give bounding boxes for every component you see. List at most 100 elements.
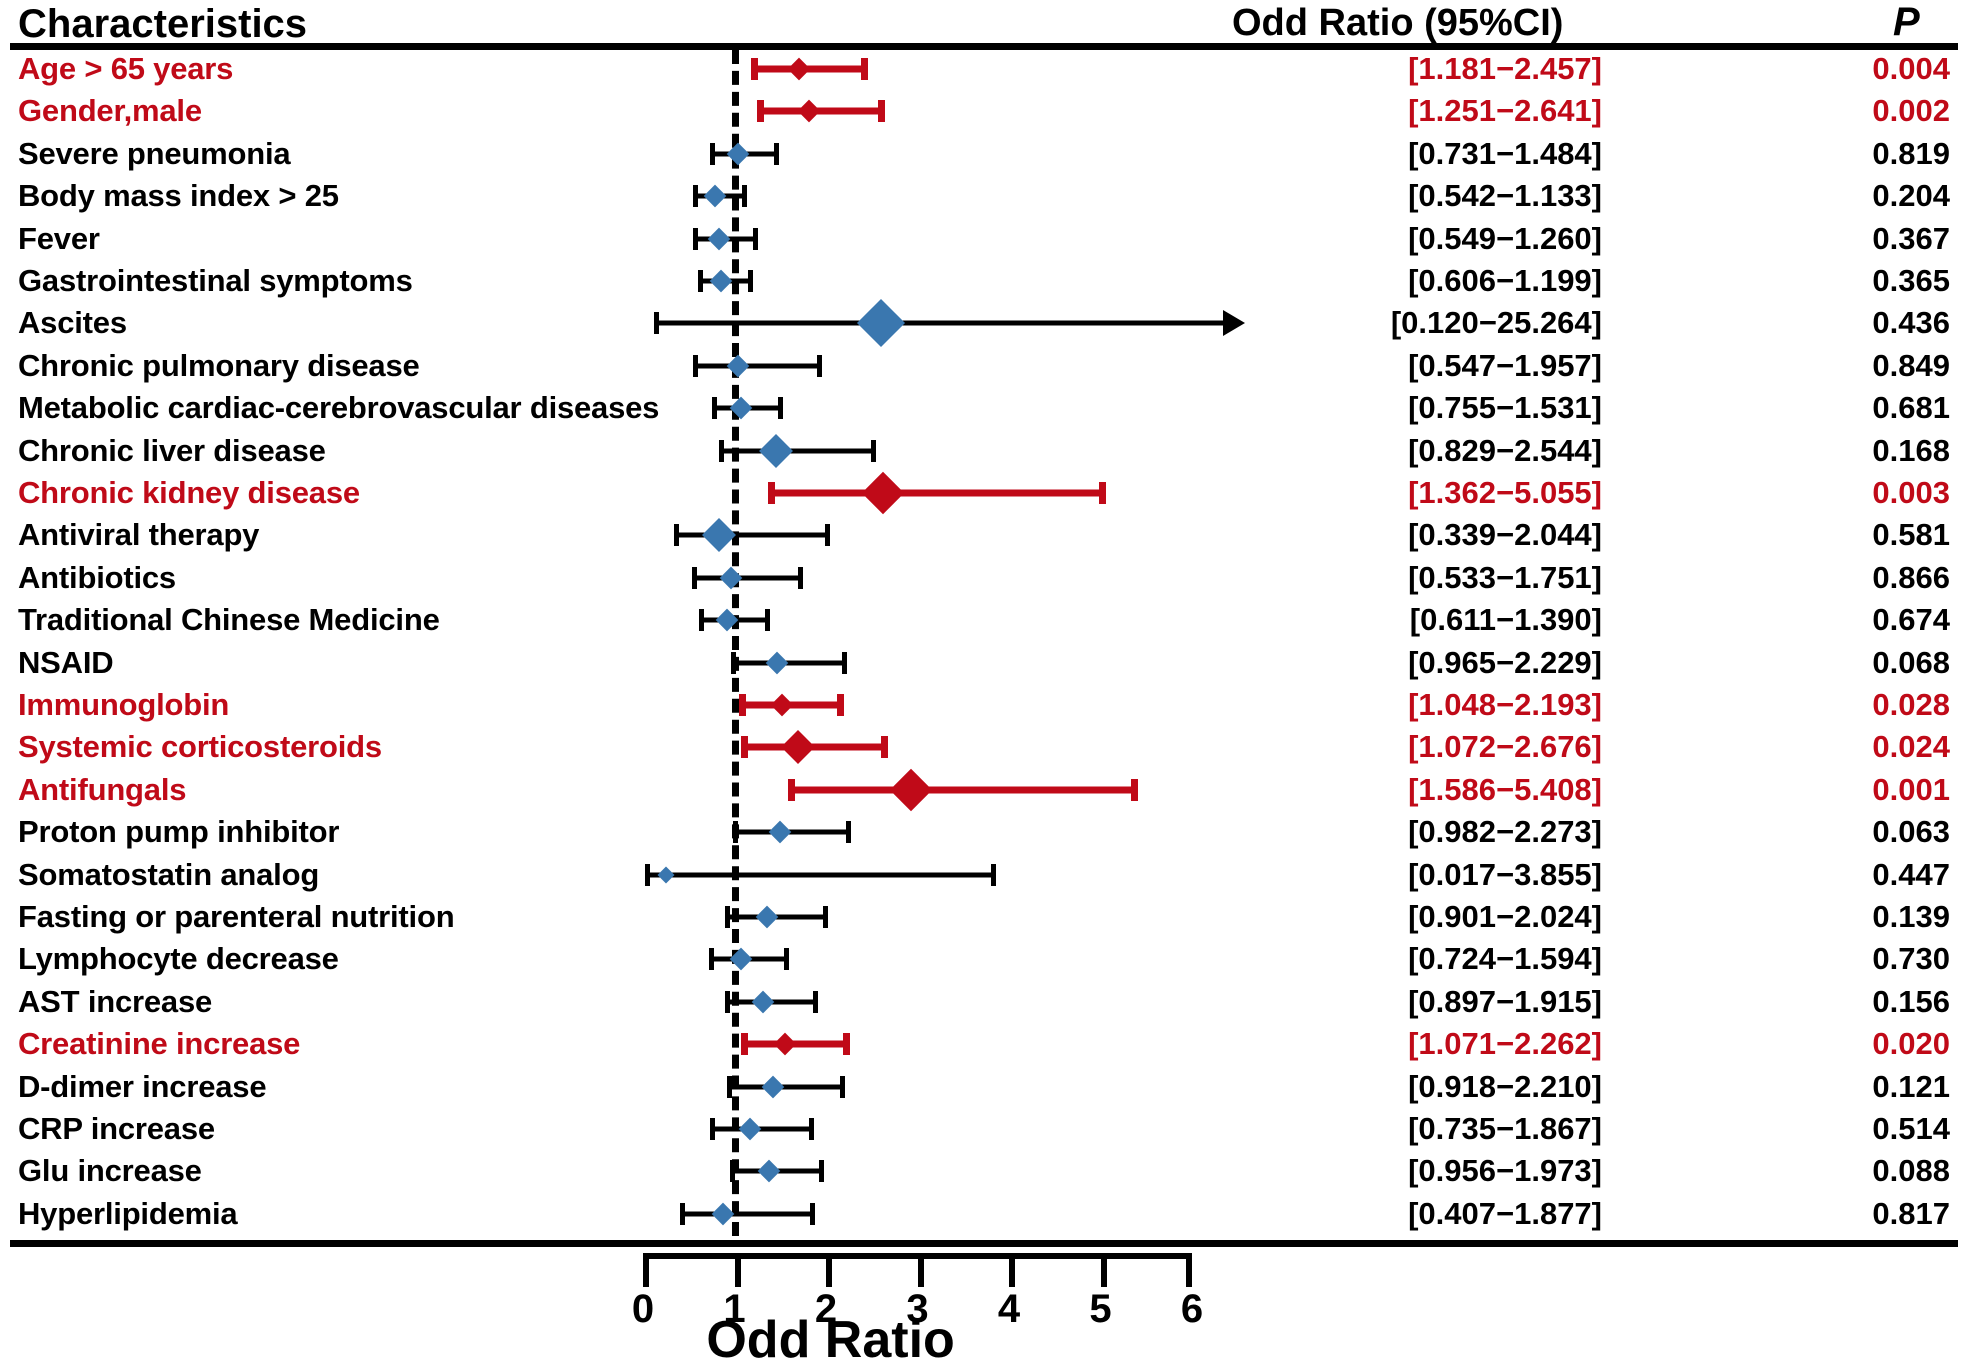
p-value: 0.730 bbox=[1872, 941, 1950, 977]
ci-lower-cap bbox=[674, 524, 680, 547]
ci-upper-cap bbox=[741, 185, 747, 208]
column-header-odd-ratio: Odd Ratio (95%CI) bbox=[1232, 2, 1564, 44]
p-value: 0.674 bbox=[1872, 602, 1950, 638]
x-axis-tick-label: 0 bbox=[631, 1287, 655, 1331]
characteristic-label: Immunoglobin bbox=[18, 687, 230, 722]
p-value: 0.004 bbox=[1872, 51, 1950, 86]
forest-row: Antibiotics [0.533−1.751] 0.866 bbox=[0, 559, 1965, 597]
characteristic-label: Lymphocyte decrease bbox=[18, 941, 339, 977]
odd-ratio-ci-value: [1.071−2.262] bbox=[1408, 1026, 1602, 1062]
ci-upper-cap bbox=[809, 1202, 815, 1225]
ci-lower-cap bbox=[693, 354, 699, 377]
ci-upper-cap bbox=[813, 990, 819, 1013]
ci-upper-cap bbox=[990, 863, 996, 886]
odd-ratio-ci-value: [0.017−3.855] bbox=[1408, 856, 1602, 892]
characteristic-label: CRP increase bbox=[18, 1111, 215, 1146]
point-estimate-marker bbox=[711, 1202, 735, 1226]
forest-row: Metabolic cardiac-cerebrovascular diseas… bbox=[0, 389, 1965, 427]
p-value: 0.819 bbox=[1872, 135, 1950, 171]
forest-plot: Characteristics Odd Ratio (95%CI) P Age … bbox=[0, 0, 1965, 1369]
characteristic-label: NSAID bbox=[18, 644, 114, 680]
characteristic-label: Antibiotics bbox=[18, 559, 176, 595]
characteristic-label: Systemic corticosteroids bbox=[18, 729, 382, 765]
forest-row: Ascites [0.120−25.264] 0.436 bbox=[0, 299, 1965, 348]
forest-row: Antifungals [1.586−5.408] 0.001 bbox=[0, 768, 1965, 812]
confidence-interval-line bbox=[653, 320, 1225, 326]
odd-ratio-ci-value: [0.606−1.199] bbox=[1408, 263, 1602, 298]
forest-row: D-dimer increase [0.918−2.210] 0.121 bbox=[0, 1068, 1965, 1106]
p-value: 0.168 bbox=[1872, 432, 1950, 468]
x-axis-tick bbox=[734, 1253, 741, 1287]
forest-row: Hyperlipidemia [0.407−1.877] 0.817 bbox=[0, 1195, 1965, 1233]
ci-lower-cap bbox=[680, 1202, 686, 1225]
forest-row: Body mass index > 25 [0.542−1.133] 0.204 bbox=[0, 177, 1965, 215]
characteristic-label: Metabolic cardiac-cerebrovascular diseas… bbox=[18, 390, 660, 426]
point-estimate-marker bbox=[751, 990, 775, 1014]
odd-ratio-ci-value: [0.120−25.264] bbox=[1390, 305, 1602, 341]
x-axis-tick-label: 4 bbox=[997, 1287, 1021, 1331]
ci-upper-cap bbox=[860, 58, 868, 80]
odd-ratio-ci-value: [0.731−1.484] bbox=[1408, 135, 1602, 171]
characteristic-label: Proton pump inhibitor bbox=[18, 814, 340, 850]
odd-ratio-ci-value: [0.549−1.260] bbox=[1408, 220, 1602, 256]
p-value: 0.156 bbox=[1872, 983, 1950, 1019]
ci-upper-cap bbox=[783, 948, 789, 971]
point-estimate-marker bbox=[797, 100, 821, 123]
p-value: 0.681 bbox=[1872, 390, 1950, 426]
x-axis-tick bbox=[826, 1253, 832, 1287]
ci-lower-cap bbox=[731, 651, 737, 674]
odd-ratio-ci-value: [0.542−1.133] bbox=[1408, 178, 1602, 214]
confidence-interval-line bbox=[731, 660, 847, 666]
ci-lower-cap bbox=[709, 948, 715, 971]
forest-row: Gender,male [1.251−2.641] 0.002 bbox=[0, 92, 1965, 130]
characteristic-label: Chronic pulmonary disease bbox=[18, 347, 420, 383]
p-value: 0.436 bbox=[1872, 305, 1950, 341]
characteristic-label: AST increase bbox=[18, 983, 213, 1019]
x-axis-title: Odd Ratio bbox=[706, 1311, 955, 1369]
point-estimate-marker bbox=[856, 299, 905, 348]
point-estimate-marker bbox=[729, 948, 753, 971]
ci-upper-cap bbox=[825, 524, 831, 547]
ci-upper-cap bbox=[753, 227, 759, 250]
x-axis-tick bbox=[1186, 1253, 1192, 1287]
characteristic-label: Gastrointestinal symptoms bbox=[18, 263, 413, 298]
forest-row: AST increase [0.897−1.915] 0.156 bbox=[0, 983, 1965, 1021]
x-axis-tick bbox=[1100, 1253, 1107, 1287]
odd-ratio-ci-value: [1.072−2.676] bbox=[1408, 729, 1602, 765]
column-header-characteristics: Characteristics bbox=[18, 2, 308, 46]
ci-upper-cap bbox=[798, 566, 804, 589]
ci-lower-cap bbox=[726, 1075, 732, 1098]
characteristic-label: Glu increase bbox=[18, 1153, 202, 1189]
characteristic-label: Fasting or parenteral nutrition bbox=[18, 899, 455, 934]
ci-upper-cap bbox=[841, 651, 847, 674]
ci-lower-cap bbox=[712, 397, 718, 420]
ci-lower-cap bbox=[732, 821, 738, 844]
point-estimate-marker bbox=[755, 905, 778, 929]
ci-lower-cap bbox=[644, 863, 650, 886]
point-estimate-marker bbox=[765, 651, 789, 674]
confidence-interval-line bbox=[767, 489, 1106, 497]
forest-row: Proton pump inhibitor [0.982−2.273] 0.063 bbox=[0, 813, 1965, 851]
forest-row: Glu increase [0.956−1.973] 0.088 bbox=[0, 1152, 1965, 1190]
p-value: 0.817 bbox=[1872, 1195, 1950, 1231]
characteristic-label: Severe pneumonia bbox=[18, 135, 291, 171]
p-value: 0.866 bbox=[1872, 559, 1950, 595]
odd-ratio-ci-value: [0.407−1.877] bbox=[1408, 1195, 1602, 1231]
characteristic-label: Traditional Chinese Medicine bbox=[18, 602, 440, 638]
p-value: 0.028 bbox=[1872, 687, 1950, 722]
odd-ratio-ci-value: [0.339−2.044] bbox=[1408, 517, 1602, 553]
odd-ratio-ci-value: [0.956−1.973] bbox=[1408, 1153, 1602, 1189]
ci-lower-cap bbox=[692, 185, 698, 208]
odd-ratio-ci-value: [1.362−5.055] bbox=[1408, 475, 1602, 510]
point-estimate-marker bbox=[709, 269, 733, 293]
point-estimate-marker bbox=[703, 184, 727, 208]
point-estimate-marker bbox=[761, 1075, 785, 1098]
point-estimate-marker bbox=[770, 693, 794, 717]
characteristic-label: Hyperlipidemia bbox=[18, 1195, 238, 1231]
point-estimate-marker bbox=[758, 433, 793, 468]
ci-lower-cap bbox=[693, 227, 699, 250]
forest-row: Chronic pulmonary disease [0.547−1.957] 0.… bbox=[0, 347, 1965, 385]
ci-lower-cap bbox=[788, 778, 796, 801]
ci-lower-cap bbox=[698, 609, 704, 632]
point-estimate-marker bbox=[787, 57, 811, 81]
